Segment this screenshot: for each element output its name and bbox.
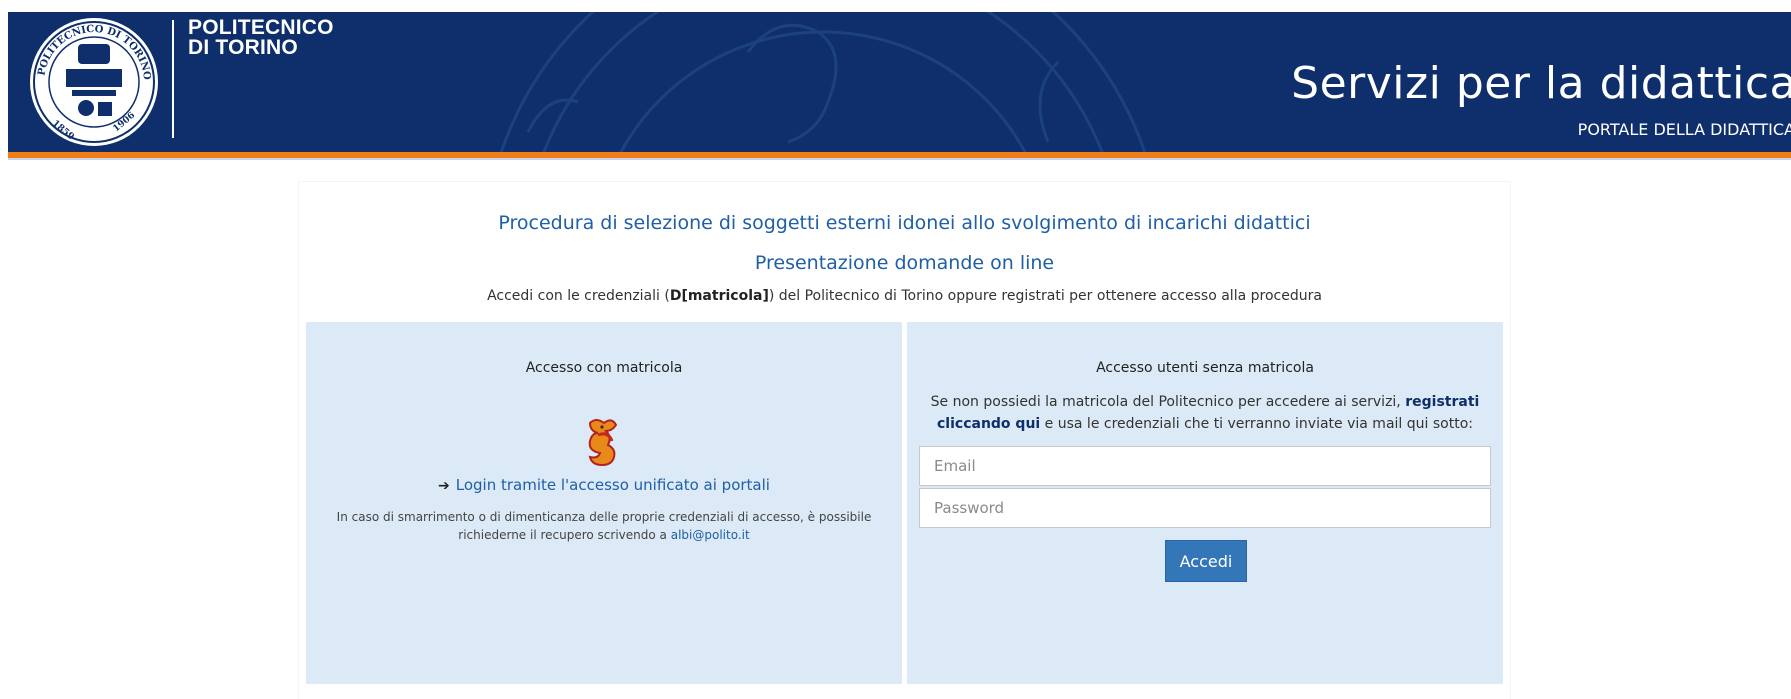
password-field[interactable] xyxy=(919,488,1491,528)
page-subtitle: Presentazione domande on line xyxy=(754,252,1055,274)
sso-login-label: Login tramite l'accesso unificato ai por… xyxy=(455,476,770,494)
intro-prefix: Accedi con le credenziali ( xyxy=(487,288,670,304)
brand-line-1: POLITECNICO xyxy=(188,16,334,39)
sso-login-link[interactable]: ➔ Login tramite l'accesso unificato ai po… xyxy=(306,476,902,494)
brand-line-2: DI TORINO xyxy=(188,36,298,59)
politecnico-seal-logo: 1859 1906 POLITECNICO DI TORINO xyxy=(30,18,158,146)
email-field[interactable] xyxy=(919,446,1491,486)
intro-text: Accedi con le credenziali (D[matricola])… xyxy=(299,288,1510,304)
external-login-panel: Accesso utenti senza matricola Se non po… xyxy=(907,322,1503,684)
header-divider xyxy=(8,158,1791,160)
site-header: 1859 1906 POLITECNICO DI TORINO POLITECN… xyxy=(8,12,1791,152)
matricola-panel-heading: Accesso con matricola xyxy=(525,360,683,376)
brand-divider xyxy=(172,20,174,138)
help-text-body: In caso di smarrimento o di dimenticanza… xyxy=(336,510,872,542)
matricola-login-panel: Accesso con matricola ➔ Login tramite l'a… xyxy=(306,322,902,684)
page-title: Procedura di selezione di soggetti ester… xyxy=(498,212,1311,234)
external-panel-heading: Accesso utenti senza matricola xyxy=(1096,360,1314,376)
portal-subtitle: PORTALE DELLA DIDATTICA xyxy=(1577,120,1791,139)
help-email-link[interactable]: albi@polito.it xyxy=(671,528,750,542)
intro-suffix: ) del Politecnico di Torino oppure regis… xyxy=(768,288,1322,304)
portal-title: Servizi per la didattica xyxy=(1291,58,1791,109)
accedi-button[interactable]: Accedi xyxy=(1165,540,1247,582)
share-arrow-icon: ➔ xyxy=(438,478,450,494)
credentials-help-text: In caso di smarrimento o di dimenticanza… xyxy=(326,508,882,544)
griffin-logo-icon[interactable] xyxy=(582,417,624,467)
reg-text-prefix: Se non possiedi la matricola del Politec… xyxy=(930,394,1401,410)
brand-name[interactable]: POLITECNICO DI TORINO xyxy=(188,16,334,59)
intro-bold: D[matricola] xyxy=(669,288,769,304)
registration-text: Se non possiedi la matricola del Politec… xyxy=(921,391,1489,435)
main-card: Procedura di selezione di soggetti ester… xyxy=(299,182,1510,699)
reg-text-suffix: e usa le credenziali che ti verranno inv… xyxy=(1044,416,1473,432)
